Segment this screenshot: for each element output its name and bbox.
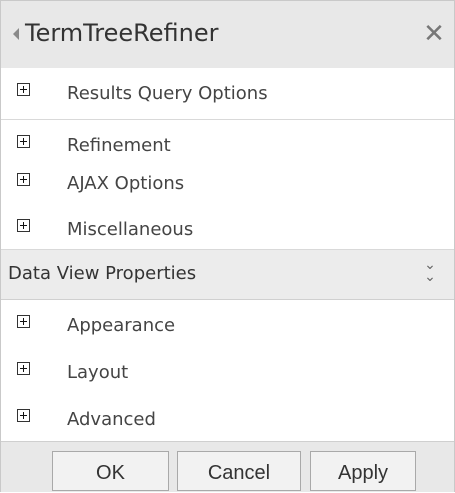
section-label: Results Query Options xyxy=(67,83,268,104)
ok-button[interactable]: OK xyxy=(52,451,169,491)
section-appearance[interactable]: Appearance xyxy=(1,300,454,348)
plus-box-icon[interactable] xyxy=(17,315,30,328)
section-layout[interactable]: Layout xyxy=(1,347,454,395)
section-label: Appearance xyxy=(67,315,176,336)
collapse-arrow-icon[interactable] xyxy=(13,28,19,40)
header-label: Data View Properties xyxy=(8,263,197,284)
cancel-button[interactable]: Cancel xyxy=(177,451,301,491)
plus-box-icon[interactable] xyxy=(17,362,30,375)
plus-box-icon[interactable] xyxy=(17,219,30,232)
apply-button[interactable]: Apply xyxy=(310,451,416,491)
title-bar: TermTreeRefiner ✕ xyxy=(1,1,454,69)
pane-title: TermTreeRefiner xyxy=(25,19,219,47)
data-view-properties-header[interactable]: Data View Properties ⌄ ⌄ xyxy=(1,250,454,300)
plus-box-icon[interactable] xyxy=(17,173,30,186)
section-results-query-options[interactable]: Results Query Options xyxy=(1,68,454,120)
close-icon[interactable]: ✕ xyxy=(421,15,447,53)
section-miscellaneous[interactable]: Miscellaneous xyxy=(1,204,454,250)
double-chevron-down-icon[interactable]: ⌄ ⌄ xyxy=(421,258,439,284)
section-ajax-options[interactable]: AJAX Options xyxy=(1,158,454,210)
section-label: Layout xyxy=(67,362,129,383)
button-bar: OK Cancel Apply xyxy=(1,441,454,492)
section-advanced[interactable]: Advanced xyxy=(1,394,454,440)
tool-pane: TermTreeRefiner ✕ Results Query Options … xyxy=(0,0,455,492)
section-label: Refinement xyxy=(67,135,171,156)
section-label: Miscellaneous xyxy=(67,219,194,240)
section-label: Advanced xyxy=(67,409,156,430)
plus-box-icon[interactable] xyxy=(17,409,30,422)
plus-box-icon[interactable] xyxy=(17,135,30,148)
section-label: AJAX Options xyxy=(67,173,185,194)
plus-box-icon[interactable] xyxy=(17,83,30,96)
